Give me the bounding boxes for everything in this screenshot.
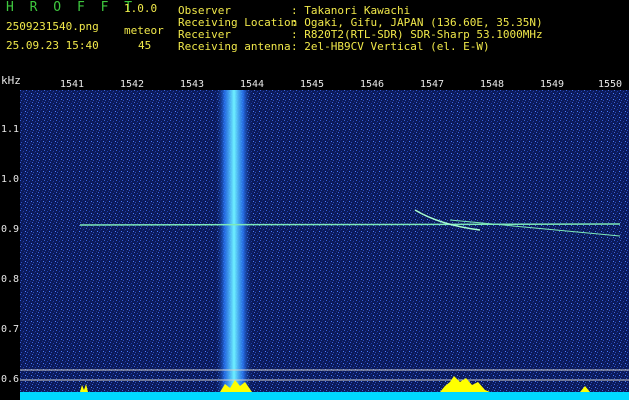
x-tick: 1541 bbox=[60, 79, 85, 90]
noise-field bbox=[20, 90, 629, 400]
spectrogram-svg bbox=[20, 90, 629, 400]
meta-value-antenna: : 2el-HB9CV Vertical (el. E-W) bbox=[291, 40, 490, 53]
x-tick: 1546 bbox=[360, 79, 385, 90]
meta-label-antenna: Receiving antenna bbox=[178, 40, 291, 53]
y-tick: 1.1 bbox=[1, 124, 20, 135]
app-version: 1.0.0 bbox=[124, 2, 158, 15]
detect-count: 45 bbox=[138, 39, 152, 52]
y-axis-unit: kHz bbox=[1, 74, 21, 87]
x-tick: 1545 bbox=[300, 79, 325, 90]
y-tick: 0.6 bbox=[1, 374, 20, 385]
spectrogram bbox=[20, 90, 629, 400]
x-tick: 1548 bbox=[480, 79, 505, 90]
y-tick: 0.8 bbox=[1, 274, 20, 285]
spectrum-base bbox=[20, 392, 629, 400]
y-tick: 0.9 bbox=[1, 224, 20, 235]
y-tick: 1.0 bbox=[1, 174, 20, 185]
interference-band bbox=[215, 90, 253, 400]
timestamp: 25.09.23 15:40 bbox=[6, 39, 99, 52]
carrier-line bbox=[79, 223, 621, 226]
y-tick: 0.7 bbox=[1, 324, 20, 335]
x-tick: 1549 bbox=[540, 79, 565, 90]
file-name: 2509231540.png bbox=[6, 20, 99, 33]
x-tick: 1547 bbox=[420, 79, 445, 90]
x-tick: 1543 bbox=[180, 79, 205, 90]
x-tick: 1544 bbox=[240, 79, 265, 90]
detect-label: meteor bbox=[124, 24, 164, 37]
x-tick: 1542 bbox=[120, 79, 145, 90]
app-title: H R O F F T bbox=[6, 0, 137, 15]
x-tick: 1550 bbox=[598, 79, 623, 90]
